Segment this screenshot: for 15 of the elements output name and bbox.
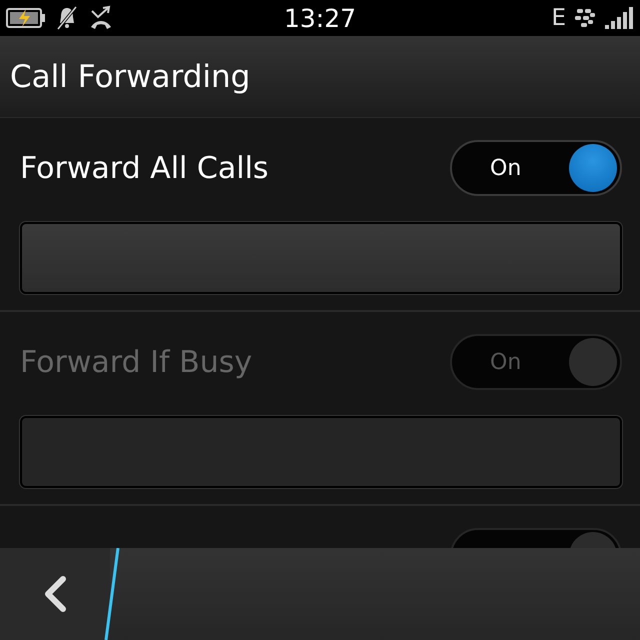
setting-label: Forward All Calls [20, 150, 269, 186]
page-title: Call Forwarding [10, 58, 250, 94]
setting-label: Forward If Busy [20, 344, 252, 380]
toggle-switch[interactable]: On [450, 140, 622, 196]
back-chevron-icon [42, 575, 68, 613]
status-time: 13:27 [284, 4, 356, 32]
back-button[interactable] [0, 548, 110, 640]
call-forward-icon [88, 5, 114, 31]
muted-bell-icon [56, 5, 78, 31]
number-field[interactable] [20, 416, 622, 488]
signal-icon [604, 6, 634, 30]
battery-charging-icon [6, 7, 46, 29]
network-type: E [551, 5, 566, 31]
dots-logo-icon [574, 8, 596, 28]
number-field[interactable] [20, 222, 622, 294]
